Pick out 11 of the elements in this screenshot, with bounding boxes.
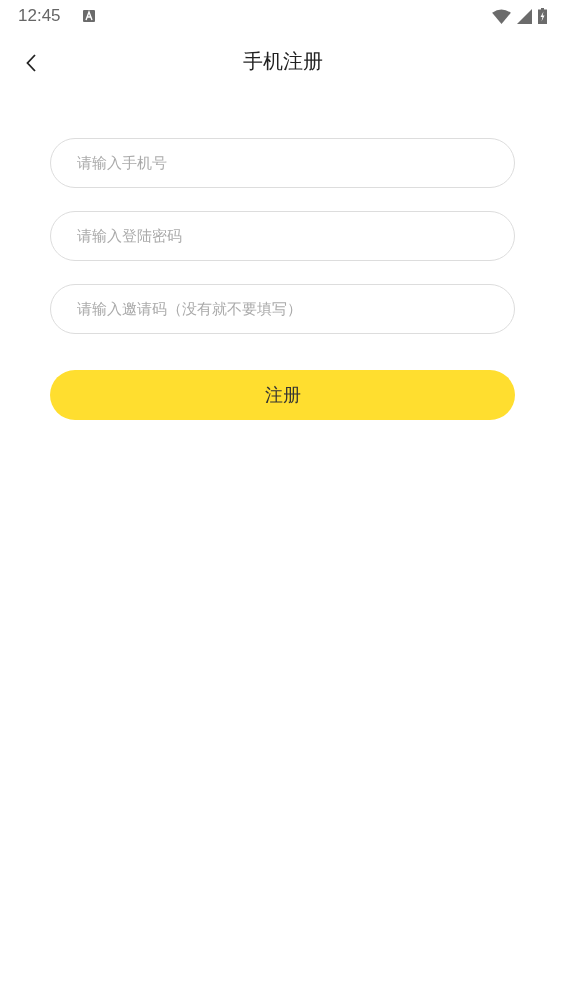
- battery-icon: [538, 8, 547, 24]
- wifi-icon: [492, 8, 511, 24]
- register-button[interactable]: 注册: [50, 370, 515, 420]
- signal-icon: [517, 8, 532, 24]
- page-title: 手机注册: [242, 47, 323, 75]
- input-field[interactable]: 请输入邀请码（没有就不要填写）: [50, 284, 515, 334]
- chevron-left-icon: [26, 54, 36, 72]
- input-field[interactable]: 请输入登陆密码: [50, 211, 515, 261]
- keyboard-notification-icon: [82, 10, 95, 22]
- status-time: 12:45: [18, 6, 61, 26]
- input-field[interactable]: 请输入手机号: [50, 138, 515, 188]
